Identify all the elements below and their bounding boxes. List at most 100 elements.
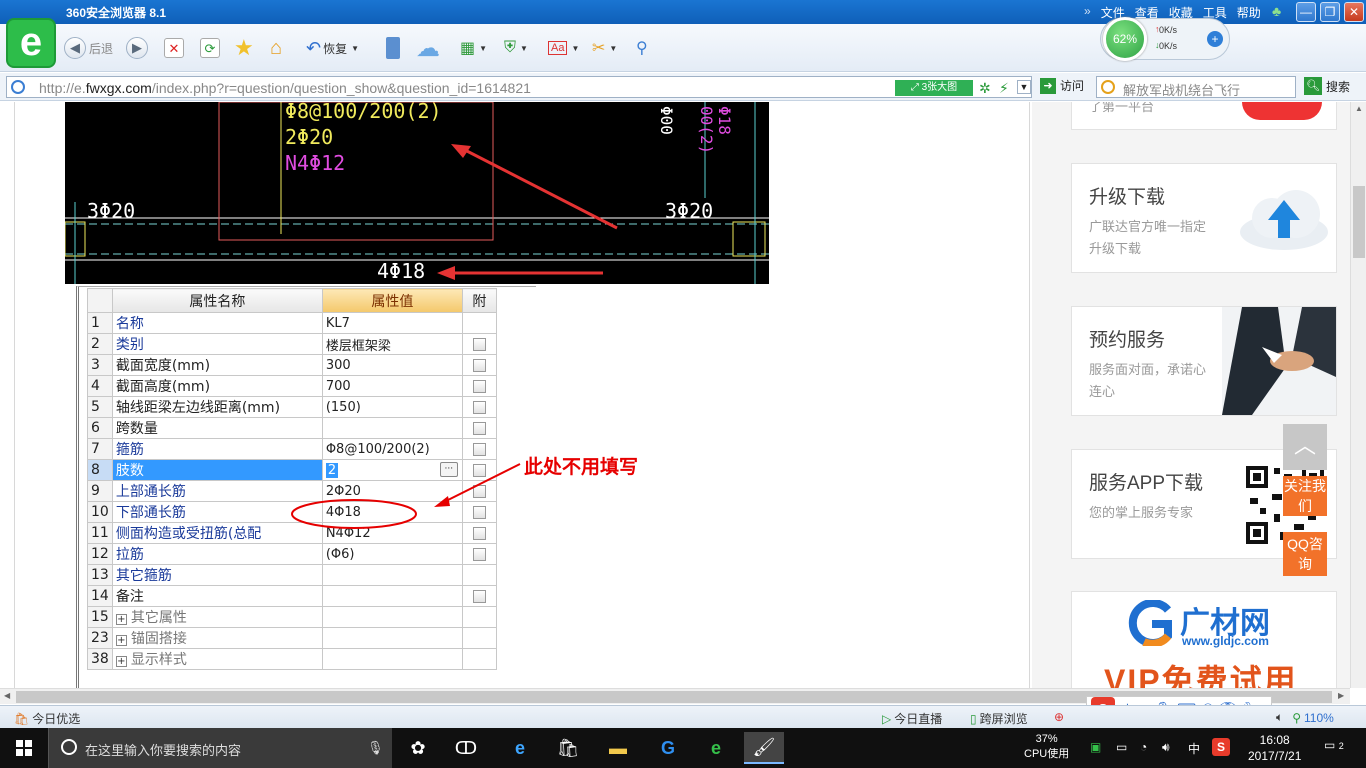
favorite-button[interactable]: ★ <box>234 35 254 60</box>
skin-icon[interactable]: ♣ <box>1272 3 1281 19</box>
speedup-icon[interactable]: + <box>1207 31 1223 47</box>
attach-checkbox[interactable] <box>472 421 486 435</box>
search-button[interactable]: 🔍︎ 搜索 <box>1304 77 1350 95</box>
attach-checkbox[interactable] <box>472 547 486 561</box>
back-button[interactable]: ◀ 后退 <box>64 36 113 60</box>
restore-tabs-button[interactable]: ↶ 恢复 ▼ <box>306 36 359 60</box>
home-button[interactable]: ⌂ <box>270 36 282 60</box>
property-name-cell[interactable]: + 锚固搭接 <box>111 627 323 649</box>
minimize-button[interactable]: — <box>1296 2 1316 22</box>
property-name-cell[interactable]: 箍筋 <box>111 438 323 460</box>
taskbar-search-box[interactable]: 在这里输入你要搜索的内容 🎙︎ <box>48 728 392 768</box>
today-picks[interactable]: 🛍︎ 今日优选 <box>14 710 80 727</box>
property-value-cell[interactable] <box>321 585 463 607</box>
cpu-usage[interactable]: 37% CPU使用 <box>1024 732 1069 762</box>
taskbar-app-glodon[interactable]: G <box>648 732 688 764</box>
property-value-cell[interactable]: (150) <box>321 396 463 418</box>
back-to-top-button[interactable]: ︿ <box>1283 424 1327 470</box>
apps-button[interactable]: ▦ ▼ <box>460 36 487 60</box>
property-value-cell[interactable]: KL7 <box>321 312 463 334</box>
property-value-cell[interactable]: Φ8@100/200(2) <box>321 438 463 460</box>
qq-consult-button[interactable]: QQ咨询 <box>1283 532 1327 576</box>
taskbar-app-360browser[interactable]: e <box>696 732 736 764</box>
grid-header-attach[interactable]: 附 <box>461 288 497 313</box>
taskbar-app-explorer[interactable]: ▬ <box>598 732 638 764</box>
zoom-button[interactable]: ⚲ <box>636 36 648 60</box>
grid-row[interactable]: 12 拉筋 (Φ6) <box>87 543 497 565</box>
go-button[interactable]: ➜ 访问 <box>1040 77 1084 94</box>
sidebar-ad-gldjc[interactable]: 广材网 www.gldjc.com VIP免费试用 <box>1071 591 1337 688</box>
property-value-cell[interactable]: 700 <box>321 375 463 397</box>
zoom-control[interactable]: 🔈︎ ⚲ 110% <box>1276 710 1334 725</box>
property-name-cell[interactable]: 拉筋 <box>111 543 323 565</box>
vertical-scroll-thumb[interactable] <box>1353 186 1365 258</box>
sidebar-card-appointment[interactable]: 预约服务 服务面对面，承诺心连心 <box>1071 306 1337 416</box>
volume-icon[interactable]: 🔊︎ <box>1162 740 1170 755</box>
url-text[interactable]: http://e.fwxgx.com/index.php?r=question/… <box>39 80 531 96</box>
big-image-button[interactable]: ⤢ 3张大图 <box>895 80 973 96</box>
scroll-left-icon[interactable]: ◀ <box>4 691 10 700</box>
property-name-cell[interactable]: 截面高度(mm) <box>111 375 323 397</box>
grid-row[interactable]: 15 + 其它属性 <box>87 606 497 628</box>
stop-button[interactable]: ✕ <box>164 36 184 60</box>
speed-mode-icon[interactable]: ⚡ <box>999 80 1009 97</box>
safety-icon-slot[interactable]: ⊕ <box>1054 710 1064 724</box>
restore-button[interactable]: ❐ <box>1320 2 1340 22</box>
property-name-cell[interactable]: 名称 <box>111 312 323 334</box>
mobile-button[interactable] <box>386 36 400 60</box>
taskbar-app-store[interactable]: 🛍︎ <box>548 732 588 764</box>
scroll-right-icon[interactable]: ▶ <box>1338 691 1344 700</box>
chevron-down-icon[interactable]: ▼ <box>1017 80 1031 94</box>
grid-row[interactable]: 1 名称 KL7 <box>87 312 497 334</box>
property-name-cell[interactable]: 其它箍筋 <box>111 564 323 586</box>
taskbar-app-swirl[interactable]: ↀ <box>446 732 486 764</box>
attach-checkbox[interactable] <box>472 358 486 372</box>
gpu-icon[interactable]: ▣ <box>1090 740 1101 754</box>
forward-button[interactable]: ▶ <box>126 36 148 60</box>
taskbar-app-edge[interactable]: e <box>500 732 540 764</box>
battery-icon[interactable]: ▭ <box>1116 740 1127 754</box>
property-value-cell[interactable]: 楼层框架梁 <box>321 333 463 355</box>
sidebar-card-top[interactable]: 了第一平台 <box>1071 102 1337 130</box>
attach-checkbox[interactable] <box>472 442 486 456</box>
property-value-cell[interactable] <box>321 627 463 649</box>
security-button[interactable]: ⛨ ▼ <box>504 36 528 60</box>
cross-screen[interactable]: ▯ 跨屏浏览 <box>970 710 1028 727</box>
grid-row[interactable]: 14 备注 <box>87 585 497 607</box>
property-name-cell[interactable]: 备注 <box>111 585 323 607</box>
wifi-icon[interactable]: ◔ <box>1140 740 1147 754</box>
grid-header-value[interactable]: 属性值 <box>321 288 463 313</box>
expand-plus-icon[interactable]: + <box>115 614 127 625</box>
property-name-cell[interactable]: 类别 <box>111 333 323 355</box>
follow-us-button[interactable]: 关注我们 <box>1283 476 1327 516</box>
attach-checkbox[interactable] <box>472 337 486 351</box>
property-value-cell[interactable]: (Φ6) <box>321 543 463 565</box>
translate-button[interactable]: Aa ▼ <box>548 36 579 60</box>
attach-checkbox[interactable] <box>472 589 486 603</box>
property-name-cell[interactable]: + 显示样式 <box>111 648 323 670</box>
expand-plus-icon[interactable]: + <box>115 635 127 646</box>
refresh-button[interactable]: ⟳ <box>200 36 220 60</box>
grid-row[interactable]: 7 箍筋 Φ8@100/200(2) <box>87 438 497 460</box>
browser-logo[interactable]: e <box>6 18 56 68</box>
expand-plus-icon[interactable]: + <box>115 656 127 667</box>
property-name-cell[interactable]: + 其它属性 <box>111 606 323 628</box>
vertical-scrollbar[interactable]: ▲ <box>1350 102 1366 688</box>
grid-row[interactable]: 5 轴线距梁左边线距离(mm) (150) <box>87 396 497 418</box>
attach-checkbox[interactable] <box>472 379 486 393</box>
sogou-tray-icon[interactable]: S <box>1212 738 1230 756</box>
cloud-button[interactable]: ☁ <box>416 35 440 62</box>
property-name-cell[interactable]: 肢数 <box>111 459 323 481</box>
grid-row[interactable]: 38 + 显示样式 <box>87 648 497 670</box>
mic-icon[interactable]: 🎙︎ <box>367 740 384 756</box>
compat-icon[interactable]: ✲ <box>979 80 991 97</box>
property-value-cell[interactable] <box>321 606 463 628</box>
sidebar-card-upgrade[interactable]: 升级下载 广联达官方唯一指定升级下载 <box>1071 163 1337 273</box>
menu-help[interactable]: 帮助 <box>1237 4 1261 21</box>
address-bar[interactable]: http://e.fwxgx.com/index.php?r=question/… <box>6 76 1032 98</box>
grid-row[interactable]: 4 截面高度(mm) 700 <box>87 375 497 397</box>
property-value-editor[interactable]: 2 <box>325 462 339 478</box>
property-value-cell[interactable] <box>321 564 463 586</box>
grid-row[interactable]: 3 截面宽度(mm) 300 <box>87 354 497 376</box>
taskbar-app-paint[interactable]: 🖌︎ <box>744 732 784 764</box>
